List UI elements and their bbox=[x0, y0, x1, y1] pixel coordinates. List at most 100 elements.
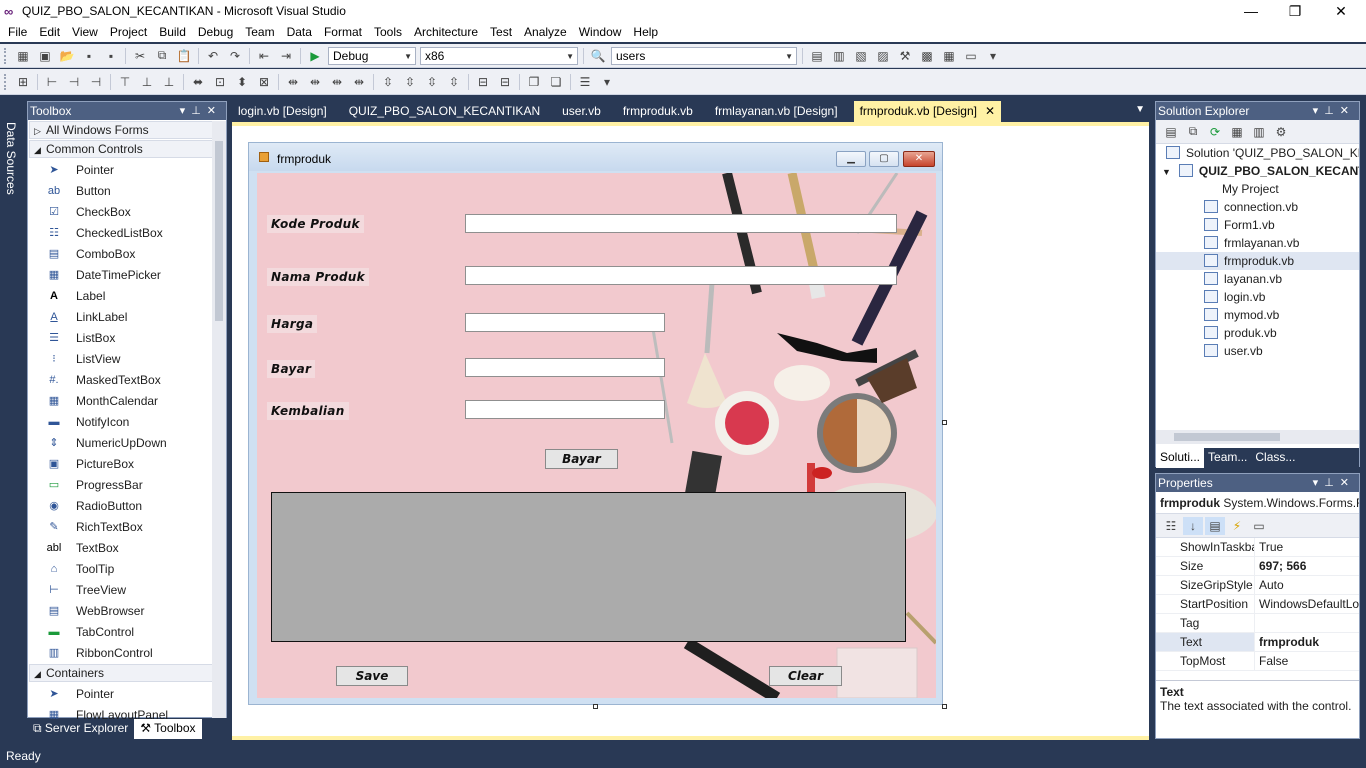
navigate-forward-icon[interactable]: ⇥ bbox=[276, 47, 296, 65]
copy-icon[interactable]: ⧉ bbox=[152, 47, 172, 65]
scrollbar-thumb[interactable] bbox=[215, 141, 223, 321]
tab-toolbox[interactable]: ⚒ Toolbox bbox=[134, 719, 202, 739]
tree-item-frmlayanan-vb[interactable]: frmlayanan.vb bbox=[1156, 234, 1359, 252]
menu-debug[interactable]: Debug bbox=[192, 22, 239, 42]
command-window-icon[interactable]: ▭ bbox=[961, 47, 981, 65]
menu-help[interactable]: Help bbox=[627, 22, 664, 42]
toolbox-item-listbox[interactable]: ☰ ListBox bbox=[28, 327, 226, 348]
toolbox-item-tooltip[interactable]: ⌂ ToolTip bbox=[28, 558, 226, 579]
nama-produk-textbox[interactable] bbox=[465, 266, 897, 285]
menu-test[interactable]: Test bbox=[484, 22, 518, 42]
minimize-button[interactable]: — bbox=[1228, 0, 1274, 22]
toolbox-item-treeview[interactable]: ⊢ TreeView bbox=[28, 579, 226, 600]
form-resize-handle-corner[interactable] bbox=[942, 704, 947, 709]
horizontal-spacing-equal-icon[interactable]: ⇹ bbox=[283, 73, 303, 91]
menu-file[interactable]: File bbox=[2, 22, 33, 42]
toolbox-group-containers[interactable]: ◢ Containers bbox=[29, 664, 225, 682]
clear-button[interactable]: Clear bbox=[769, 666, 842, 686]
align-middles-icon[interactable]: ⊥ bbox=[137, 73, 157, 91]
property-value[interactable]: True bbox=[1254, 538, 1359, 556]
solution-config-dropdown[interactable]: Debug ▼ bbox=[328, 46, 416, 65]
bayar-textbox[interactable] bbox=[465, 358, 665, 377]
toolbar-grip[interactable] bbox=[4, 47, 8, 64]
show-all-files-icon[interactable]: ⧉ bbox=[1183, 123, 1203, 141]
tab-class-view[interactable]: Class... bbox=[1251, 448, 1299, 468]
align-lefts-icon[interactable]: ⊢ bbox=[42, 73, 62, 91]
property-value[interactable]: frmproduk bbox=[1254, 633, 1359, 651]
menu-team[interactable]: Team bbox=[239, 22, 280, 42]
toolbox-item-maskedtextbox[interactable]: #. MaskedTextBox bbox=[28, 369, 226, 390]
toolbox-group-common-controls[interactable]: ◢ Common Controls bbox=[29, 140, 225, 158]
menu-window[interactable]: Window bbox=[573, 22, 628, 42]
horizontal-spacing-remove-icon[interactable]: ⇹ bbox=[349, 73, 369, 91]
menu-architecture[interactable]: Architecture bbox=[408, 22, 484, 42]
toolbox-item-label[interactable]: A Label bbox=[28, 285, 226, 306]
menu-view[interactable]: View bbox=[66, 22, 104, 42]
toolbox-item-ribboncontrol[interactable]: ▥ RibbonControl bbox=[28, 642, 226, 663]
kembalian-textbox[interactable] bbox=[465, 400, 665, 419]
menu-project[interactable]: Project bbox=[104, 22, 153, 42]
kode-produk-textbox[interactable] bbox=[465, 214, 897, 233]
dropdown-icon[interactable]: ▾ bbox=[1313, 477, 1325, 489]
property-row-text[interactable]: Text frmproduk bbox=[1156, 633, 1359, 652]
toolbox-group-all-windows-forms[interactable]: ▷ All Windows Forms bbox=[29, 121, 225, 139]
tree-item-login-vb[interactable]: login.vb bbox=[1156, 288, 1359, 306]
toolbox-item-monthcalendar[interactable]: ▦ MonthCalendar bbox=[28, 390, 226, 411]
refresh-icon[interactable]: ⟳ bbox=[1205, 123, 1225, 141]
align-tops-icon[interactable]: ⊤ bbox=[115, 73, 135, 91]
horizontal-spacing-decrease-icon[interactable]: ⇹ bbox=[327, 73, 347, 91]
toolbox-item-linklabel[interactable]: A LinkLabel bbox=[28, 306, 226, 327]
doc-tab-frmproduk-vb[interactable]: frmproduk.vb bbox=[617, 101, 699, 122]
paste-icon[interactable]: 📋 bbox=[174, 47, 194, 65]
designed-form[interactable]: frmproduk ▁ ▢ ✕ Kode Produk Nama Produk … bbox=[248, 142, 943, 705]
undo-icon[interactable]: ↶ bbox=[203, 47, 223, 65]
tab-server-explorer[interactable]: ⧉ Server Explorer bbox=[27, 719, 134, 739]
product-datagridview[interactable] bbox=[271, 492, 906, 642]
restore-button[interactable]: ❐ bbox=[1272, 0, 1318, 22]
doc-tab-frmproduk-design[interactable]: frmproduk.vb [Design] ✕ bbox=[853, 101, 1002, 122]
toolbox-item-datetimepicker[interactable]: ▦ DateTimePicker bbox=[28, 264, 226, 285]
align-rights-icon[interactable]: ⊣ bbox=[86, 73, 106, 91]
tree-item-user-vb[interactable]: user.vb bbox=[1156, 342, 1359, 360]
tree-item-my-project[interactable]: My Project bbox=[1156, 180, 1359, 198]
doc-tab-frmlayanan-design[interactable]: frmlayanan.vb [Design] bbox=[709, 101, 844, 122]
toolbar-options-icon[interactable]: ▾ bbox=[983, 47, 1003, 65]
tab-team-explorer[interactable]: Team... bbox=[1204, 448, 1251, 468]
property-row-sizegripstyle[interactable]: SizeGripStyle Auto bbox=[1156, 576, 1359, 595]
tab-order-icon[interactable]: ☰ bbox=[575, 73, 595, 91]
start-debug-icon[interactable]: ▶ bbox=[305, 47, 325, 65]
align-to-grid-icon[interactable]: ⊞ bbox=[13, 73, 33, 91]
close-icon[interactable]: ✕ bbox=[1340, 477, 1355, 489]
toolbox-icon[interactable]: ▨ bbox=[873, 47, 893, 65]
tree-item-form1-vb[interactable]: Form1.vb bbox=[1156, 216, 1359, 234]
property-row-startposition[interactable]: StartPositionWindowsDefaultLocation bbox=[1156, 595, 1359, 614]
property-value[interactable]: False bbox=[1254, 652, 1359, 670]
doc-tab-login-design[interactable]: login.vb [Design] bbox=[232, 101, 333, 122]
data-sources-tab[interactable]: Data Sources bbox=[2, 122, 18, 202]
menu-build[interactable]: Build bbox=[153, 22, 192, 42]
extension-icon[interactable]: ▦ bbox=[939, 47, 959, 65]
menu-edit[interactable]: Edit bbox=[33, 22, 66, 42]
toolbox-item-tabcontrol[interactable]: ▬ TabControl bbox=[28, 621, 226, 642]
send-to-back-icon[interactable]: ❏ bbox=[546, 73, 566, 91]
save-all-icon[interactable]: ▪ bbox=[101, 47, 121, 65]
view-designer-icon[interactable]: ▥ bbox=[1249, 123, 1269, 141]
align-bottoms-icon[interactable]: ⊥ bbox=[159, 73, 179, 91]
toolbox-scrollbar[interactable] bbox=[212, 121, 226, 718]
make-same-height-icon[interactable]: ⬍ bbox=[232, 73, 252, 91]
save-icon[interactable]: ▪ bbox=[79, 47, 99, 65]
dropdown-icon[interactable]: ▾ bbox=[1313, 105, 1325, 117]
menu-analyze[interactable]: Analyze bbox=[518, 22, 573, 42]
find-combo[interactable]: users ▼ bbox=[611, 46, 797, 65]
new-project-icon[interactable]: ▦ bbox=[13, 47, 33, 65]
center-horizontally-icon[interactable]: ⊟ bbox=[473, 73, 493, 91]
open-file-icon[interactable]: 📂 bbox=[57, 47, 77, 65]
toolbox-item-container-pointer[interactable]: ➤ Pointer bbox=[28, 683, 226, 704]
properties-object-selector[interactable]: frmproduk System.Windows.Forms.Form bbox=[1156, 492, 1359, 514]
pin-icon[interactable]: ⊥ bbox=[1324, 105, 1340, 117]
save-button[interactable]: Save bbox=[336, 666, 408, 686]
vertical-spacing-increase-icon[interactable]: ⇳ bbox=[400, 73, 420, 91]
form-resize-handle-right[interactable] bbox=[942, 420, 947, 425]
close-icon[interactable]: ✕ bbox=[1340, 105, 1355, 117]
center-vertically-icon[interactable]: ⊟ bbox=[495, 73, 515, 91]
